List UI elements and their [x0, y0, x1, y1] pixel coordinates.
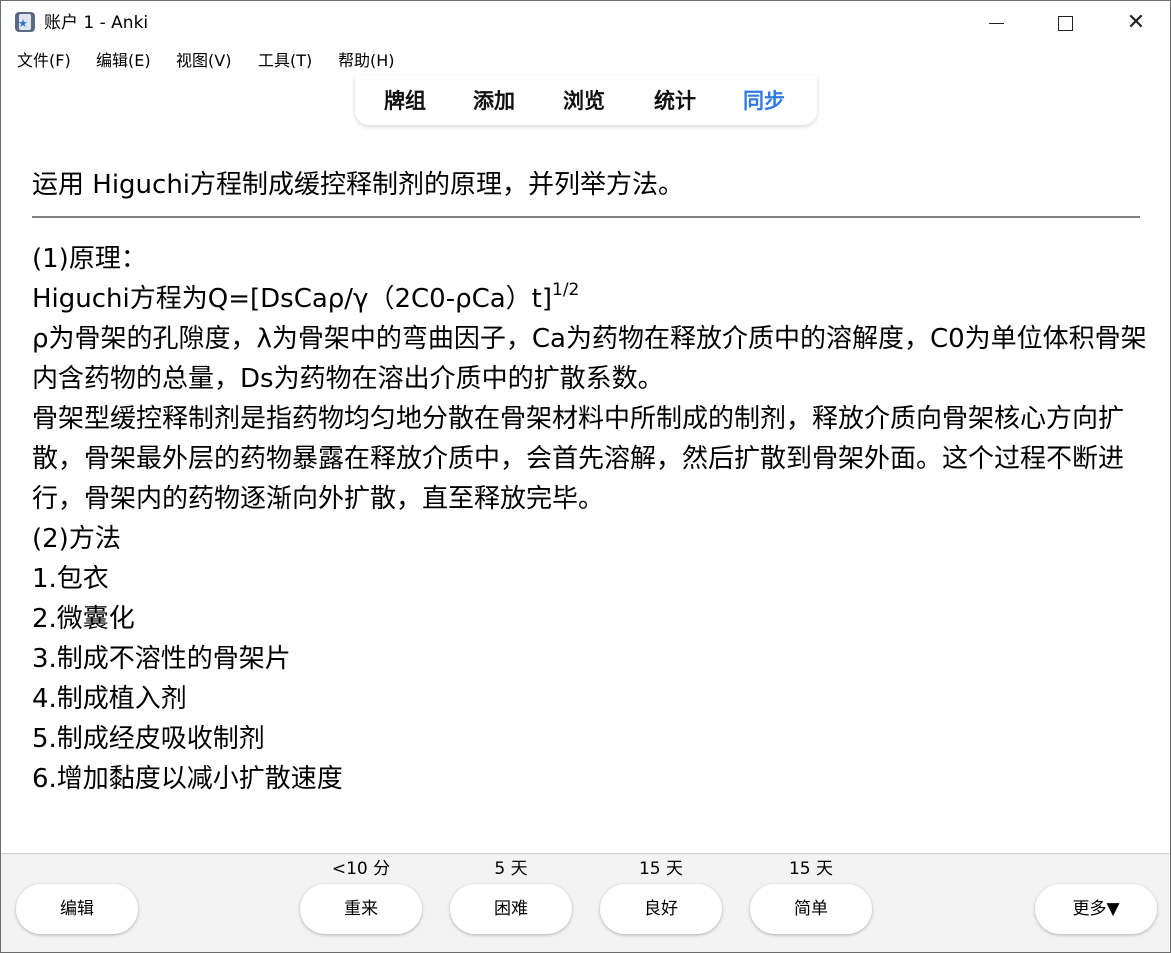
menu-edit[interactable]: 编辑(E) — [96, 50, 151, 72]
card-question: 运用 Higuchi方程制成缓控释制剂的原理，并列举方法。 — [32, 170, 685, 200]
main-toolbar: 牌组 添加 浏览 统计 同步 — [355, 75, 817, 125]
close-button[interactable]: ✕ — [1113, 1, 1159, 45]
minimize-button[interactable] — [973, 1, 1019, 45]
method-item: 1.包衣 — [32, 564, 109, 594]
card-answer: (1)原理： Higuchi方程为Q=[DsCaρ/γ（2C0-ρCa）t]1/… — [32, 239, 1147, 799]
method-item: 4.制成植入剂 — [32, 684, 187, 714]
anki-window: ★ 账户 1 - Anki ✕ 文件(F) 编辑(E) 视图(V) 工具(T) … — [0, 0, 1171, 953]
hard-button[interactable]: 困难 — [450, 884, 572, 934]
maximize-icon — [1057, 15, 1073, 31]
good-button[interactable]: 良好 — [600, 884, 722, 934]
easy-button[interactable]: 简单 — [750, 884, 872, 934]
menu-help[interactable]: 帮助(H) — [338, 50, 395, 72]
review-bottom-bar: 编辑 <10 分 重来 5 天 困难 15 天 良好 15 天 简单 更多▼ — [1, 853, 1170, 952]
method-item: 6.增加黏度以减小扩散速度 — [32, 764, 343, 794]
good-interval: 15 天 — [638, 859, 684, 879]
menu-file[interactable]: 文件(F) — [17, 50, 71, 72]
edit-button[interactable]: 编辑 — [16, 884, 138, 934]
toolbar-sync[interactable]: 同步 — [743, 88, 785, 114]
principle-heading: (1)原理： — [32, 244, 147, 274]
methods-heading: (2)方法 — [32, 524, 121, 554]
anki-app-icon: ★ — [15, 12, 35, 32]
window-title: 账户 1 - Anki — [44, 13, 149, 33]
minimize-icon — [988, 22, 1004, 24]
more-button[interactable]: 更多▼ — [1035, 884, 1157, 934]
maximize-button[interactable] — [1042, 1, 1088, 45]
toolbar-stats[interactable]: 统计 — [654, 88, 696, 114]
description-text: 骨架型缓控释制剂是指药物均匀地分散在骨架材料中所制成的制剂，释放介质向骨架核心方… — [32, 404, 1125, 514]
title-bar: ★ 账户 1 - Anki ✕ — [1, 1, 1170, 45]
menu-bar: 文件(F) 编辑(E) 视图(V) 工具(T) 帮助(H) — [1, 45, 1170, 75]
menu-tools[interactable]: 工具(T) — [258, 50, 312, 72]
toolbar-decks[interactable]: 牌组 — [384, 88, 426, 114]
equation-text: Higuchi方程为Q=[DsCaρ/γ（2C0-ρCa）t] — [32, 284, 553, 314]
equation-exponent: 1/2 — [552, 280, 580, 300]
easy-interval: 15 天 — [788, 859, 834, 879]
method-item: 5.制成经皮吸收制剂 — [32, 724, 265, 754]
again-button[interactable]: 重来 — [300, 884, 422, 934]
again-interval: <10 分 — [331, 859, 391, 879]
menu-view[interactable]: 视图(V) — [176, 50, 231, 72]
hard-interval: 5 天 — [494, 859, 528, 879]
definitions-text: ρ为骨架的孔隙度，λ为骨架中的弯曲因子，Ca为药物在释放介质中的溶解度，C0为单… — [32, 324, 1147, 394]
toolbar-browse[interactable]: 浏览 — [563, 88, 605, 114]
close-icon: ✕ — [1126, 10, 1146, 35]
answer-divider — [32, 216, 1140, 218]
method-item: 2.微囊化 — [32, 604, 135, 634]
higuchi-equation: Higuchi方程为Q=[DsCaρ/γ（2C0-ρCa）t]1/2 — [32, 279, 1147, 319]
method-item: 3.制成不溶性的骨架片 — [32, 644, 291, 674]
toolbar-add[interactable]: 添加 — [473, 88, 515, 114]
